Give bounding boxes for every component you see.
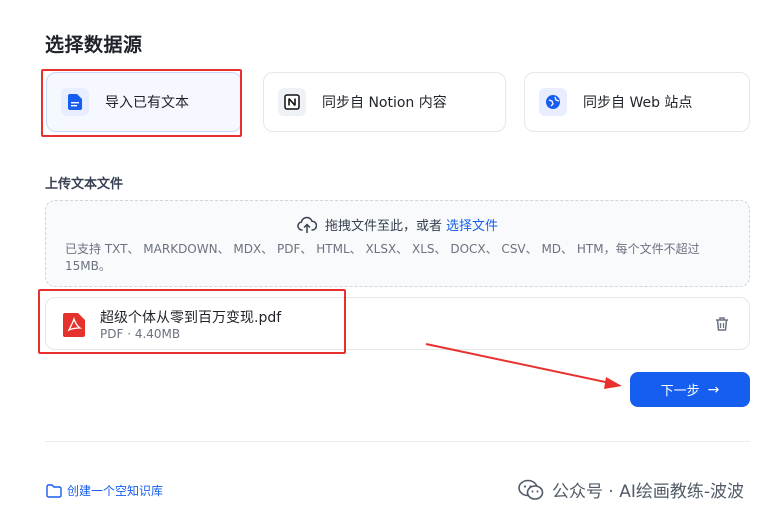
uploaded-file-card: 超级个体从零到百万变现.pdf PDF · 4.40MB xyxy=(45,297,750,350)
next-step-button[interactable]: 下一步 → xyxy=(630,372,750,407)
arrow-right-icon: → xyxy=(707,381,720,398)
source-card-label: 导入已有文本 xyxy=(105,95,189,111)
next-step-label: 下一步 xyxy=(660,384,700,399)
dropzone-prompt: 拖拽文件至此，或者 选择文件 xyxy=(46,215,749,234)
dropzone-text: 拖拽文件至此，或者 xyxy=(324,219,442,234)
source-card-label: 同步自 Web 站点 xyxy=(583,95,693,111)
divider xyxy=(45,441,750,442)
watermark: 公众号 · AI绘画教练-波波 xyxy=(518,477,744,502)
supported-formats-hint: 已支持 TXT、 MARKDOWN、 MDX、 PDF、 HTML、 XLSX、… xyxy=(65,242,700,273)
trash-icon[interactable] xyxy=(713,315,731,333)
source-card-import-text[interactable]: 导入已有文本 xyxy=(46,72,242,132)
watermark-text: 公众号 · AI绘画教练-波波 xyxy=(552,482,744,502)
document-icon xyxy=(61,88,89,116)
create-link-label: 创建一个空知识库 xyxy=(67,484,164,498)
file-meta: PDF · 4.40MB xyxy=(100,327,181,341)
create-empty-knowledge-base-link[interactable]: 创建一个空知识库 xyxy=(46,482,163,499)
folder-icon xyxy=(46,483,62,498)
file-dropzone[interactable]: 拖拽文件至此，或者 选择文件 已支持 TXT、 MARKDOWN、 MDX、 P… xyxy=(45,200,750,287)
upload-cloud-icon xyxy=(297,216,317,233)
pdf-file-icon xyxy=(63,313,85,337)
source-card-web[interactable]: 同步自 Web 站点 xyxy=(524,72,750,132)
select-file-link[interactable]: 选择文件 xyxy=(446,215,498,234)
wechat-icon xyxy=(518,479,544,500)
source-card-notion[interactable]: 同步自 Notion 内容 xyxy=(263,72,506,132)
web-icon xyxy=(539,88,567,116)
upload-section-label: 上传文本文件 xyxy=(45,177,124,192)
notion-icon xyxy=(278,88,306,116)
page-title: 选择数据源 xyxy=(45,34,143,56)
source-card-label: 同步自 Notion 内容 xyxy=(322,95,447,111)
file-name: 超级个体从零到百万变现.pdf xyxy=(100,310,282,326)
